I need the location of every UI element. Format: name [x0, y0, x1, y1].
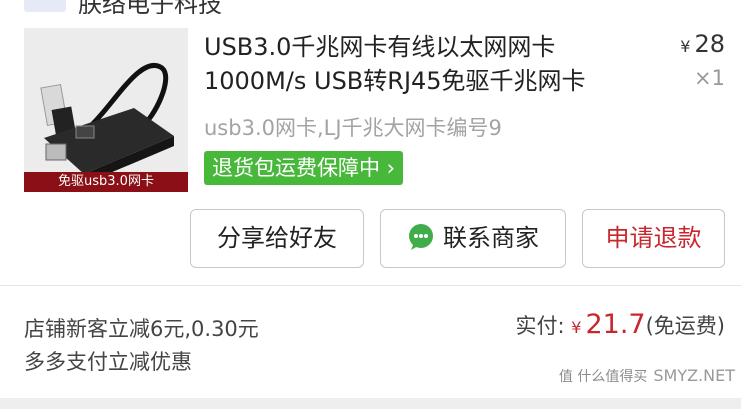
shop-header[interactable]: 朕络电子科技: [0, 0, 741, 14]
item-price: ¥28: [680, 30, 725, 58]
paid-currency: ¥: [571, 318, 582, 337]
divider: [0, 285, 741, 286]
price-value: 28: [694, 30, 725, 58]
currency-symbol: ¥: [680, 37, 691, 56]
promo-line-2: 多多支付立减优惠: [24, 350, 192, 374]
product-image[interactable]: 免驱usb3.0网卡: [24, 28, 188, 192]
usb-adapter-illustration: [24, 28, 188, 192]
shop-name[interactable]: 朕络电子科技: [78, 0, 222, 14]
contact-seller-button[interactable]: 联系商家: [380, 209, 566, 268]
contact-label: 联系商家: [443, 224, 539, 252]
paid-amount: 21.7: [585, 309, 646, 340]
watermark-cn: 值 什么值得买: [558, 369, 648, 385]
shipping-note: (免运费): [645, 314, 725, 338]
chat-icon: [409, 224, 433, 250]
return-shipping-badge[interactable]: 退货包运费保障中 ›: [204, 151, 404, 185]
paid-label: 实付:: [515, 314, 565, 338]
item-quantity: ×1: [694, 66, 725, 90]
badge-label: 退货包运费保障中: [212, 156, 380, 180]
refund-button[interactable]: 申请退款: [582, 209, 725, 268]
bottom-strip: [0, 398, 741, 409]
watermark-en: SMYZ.NET: [653, 366, 735, 385]
image-caption: 免驱usb3.0网卡: [24, 172, 188, 192]
product-title[interactable]: USB3.0千兆网卡有线以太网网卡 1000M/s USB转RJ45免驱千兆网卡: [204, 30, 664, 98]
shop-icon: [24, 0, 66, 12]
watermark: 值 什么值得买 SMYZ.NET: [559, 366, 735, 386]
chevron-right-icon: ›: [380, 156, 396, 180]
sku-spec: usb3.0网卡,LJ千兆大网卡编号9: [204, 116, 502, 140]
share-button[interactable]: 分享给好友: [190, 209, 364, 268]
payment-summary: 实付: ¥21.7(免运费): [516, 309, 725, 340]
promo-line-1: 店铺新客立减6元,0.30元: [24, 317, 259, 341]
